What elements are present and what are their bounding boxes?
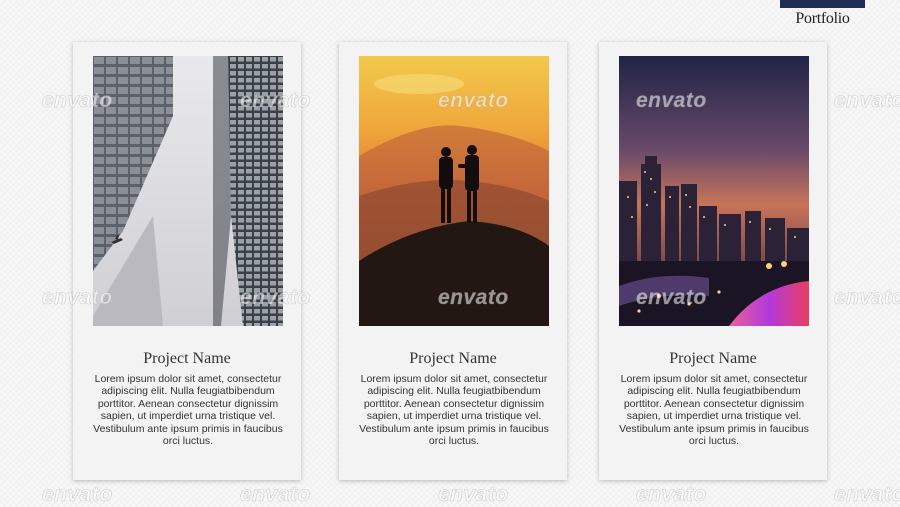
envato-watermark: envato bbox=[834, 483, 900, 507]
envato-watermark: envato bbox=[438, 483, 509, 507]
project-description: Lorem ipsum dolor sit amet, consectetur … bbox=[359, 373, 549, 448]
section-title: Portfolio bbox=[795, 10, 850, 27]
skyscrapers-photo bbox=[93, 56, 283, 326]
project-description: Lorem ipsum dolor sit amet, consectetur … bbox=[619, 373, 809, 448]
project-name: Project Name bbox=[669, 350, 757, 367]
envato-watermark: envato bbox=[636, 483, 707, 507]
project-card-1[interactable]: Project Name Lorem ipsum dolor sit amet,… bbox=[73, 42, 301, 480]
header-accent-bar bbox=[780, 0, 865, 8]
envato-watermark: envato bbox=[42, 483, 113, 507]
project-name: Project Name bbox=[409, 350, 497, 367]
project-description: Lorem ipsum dolor sit amet, consectetur … bbox=[93, 373, 283, 448]
envato-watermark: envato bbox=[240, 483, 311, 507]
project-card-2[interactable]: Project Name Lorem ipsum dolor sit amet,… bbox=[339, 42, 567, 480]
envato-watermark: envato bbox=[834, 286, 900, 310]
envato-watermark: envato bbox=[834, 89, 900, 113]
project-name: Project Name bbox=[143, 350, 231, 367]
city-night-photo bbox=[619, 56, 809, 326]
sunset-couple-photo bbox=[359, 56, 549, 326]
project-card-3[interactable]: Project Name Lorem ipsum dolor sit amet,… bbox=[599, 42, 827, 480]
